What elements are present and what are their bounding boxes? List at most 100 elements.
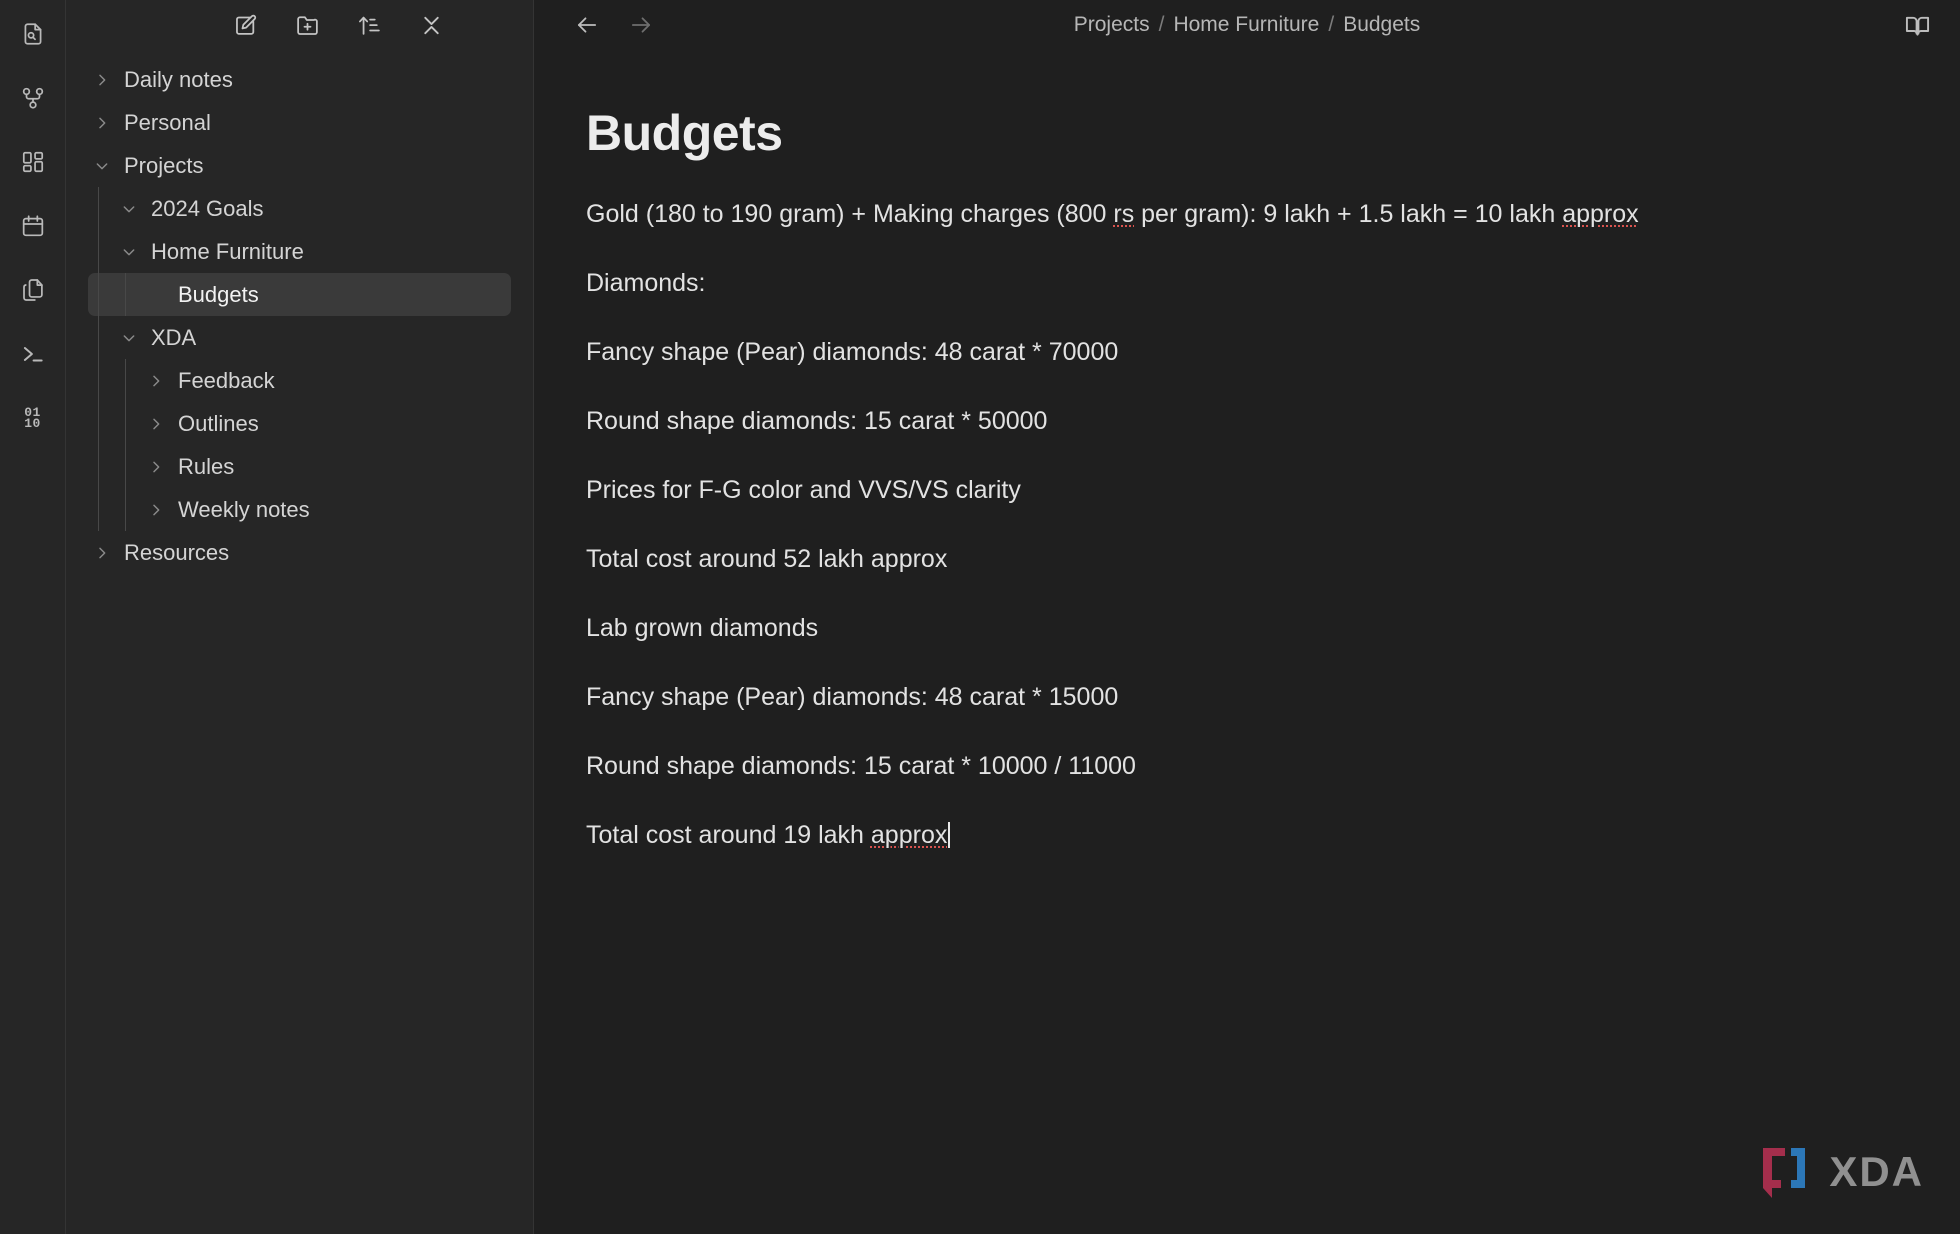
tree-indent-guides — [88, 445, 142, 488]
chevron-right-icon[interactable] — [88, 72, 116, 88]
tree-item-label: Feedback — [178, 367, 275, 393]
breadcrumb-separator: / — [1158, 13, 1165, 36]
tree-indent-guides — [88, 402, 142, 445]
paragraph-text: Total cost around 52 lakh approx — [586, 545, 948, 573]
paragraph-text: Total cost around 19 lakh — [586, 821, 871, 849]
new-folder-button[interactable] — [291, 9, 323, 41]
search-file-icon[interactable] — [11, 12, 55, 56]
reading-mode-icon[interactable] — [1900, 8, 1934, 42]
document-paragraph[interactable]: Lab grown diamonds — [586, 609, 1786, 648]
document-paragraph[interactable]: Round shape diamonds: 15 carat * 10000 /… — [586, 747, 1786, 786]
tree-item-projects[interactable]: Projects — [88, 144, 511, 187]
terminal-icon[interactable] — [11, 332, 55, 376]
breadcrumb-item[interactable]: Home Furniture — [1173, 13, 1319, 36]
document-paragraph[interactable]: Diamonds: — [586, 264, 1786, 303]
tree-item-label: Home Furniture — [151, 238, 304, 264]
calendar-icon[interactable] — [11, 204, 55, 248]
paragraph-text: Fancy shape (Pear) diamonds: 48 carat * … — [586, 338, 1119, 366]
new-note-button[interactable] — [229, 9, 261, 41]
paragraph-text: Round shape diamonds: 15 carat * 10000 /… — [586, 752, 1136, 780]
topbar-right-actions — [1900, 8, 1934, 42]
tree-item-label: Rules — [178, 453, 235, 479]
document-paragraph[interactable]: Prices for F-G color and VVS/VS clarity — [586, 471, 1786, 510]
breadcrumb-separator: / — [1328, 13, 1335, 36]
tree-indent-guides — [88, 273, 142, 316]
file-explorer-sidebar: Daily notes Personal Projects 2024 Goals Hom… — [66, 0, 534, 1234]
tree-item-personal[interactable]: Personal — [88, 101, 511, 144]
files-copy-icon[interactable] — [11, 268, 55, 312]
text-cursor — [948, 822, 951, 848]
breadcrumb: Projects / Home Furniture / Budgets — [534, 13, 1960, 37]
tree-item-weekly-notes[interactable]: Weekly notes — [88, 488, 511, 531]
tree-indent-guides — [88, 230, 115, 273]
collapse-all-button[interactable] — [415, 9, 447, 41]
tree-indent-guides — [88, 488, 142, 531]
tree-item-2024-goals[interactable]: 2024 Goals — [88, 187, 511, 230]
document-paragraph[interactable]: Fancy shape (Pear) diamonds: 48 carat * … — [586, 678, 1786, 717]
tree-item-label: Personal — [124, 109, 211, 135]
tree-indent-guides — [88, 359, 142, 402]
forward-button[interactable] — [624, 8, 658, 42]
chevron-down-icon[interactable] — [115, 330, 143, 346]
tree-item-home-furniture[interactable]: Home Furniture — [88, 230, 511, 273]
activity-bar: 01 10 — [0, 0, 66, 1234]
tree-item-daily-notes[interactable]: Daily notes — [88, 58, 511, 101]
breadcrumb-item[interactable]: Projects — [1074, 13, 1150, 36]
tree-item-xda[interactable]: XDA — [88, 316, 511, 359]
content-topbar: Projects / Home Furniture / Budgets — [534, 0, 1960, 50]
tree-item-label: Projects — [124, 152, 204, 178]
document-paragraph[interactable]: Total cost around 52 lakh approx — [586, 540, 1786, 579]
chevron-right-icon[interactable] — [88, 545, 116, 561]
paragraph-text: per gram): 9 lakh + 1.5 lakh = 10 lakh — [1134, 200, 1563, 228]
tree-item-label: 2024 Goals — [151, 195, 264, 221]
file-tree: Daily notes Personal Projects 2024 Goals Hom… — [66, 50, 533, 1234]
tree-item-rules[interactable]: Rules — [88, 445, 511, 488]
sidebar-toolbar — [66, 0, 533, 50]
chevron-right-icon[interactable] — [142, 459, 170, 475]
tree-item-budgets[interactable]: Budgets — [88, 273, 511, 316]
paragraph-text: Round shape diamonds: 15 carat * 50000 — [586, 407, 1048, 435]
tree-item-label: XDA — [151, 324, 197, 350]
spellcheck-error-text: approx — [870, 821, 948, 849]
dashboard-icon[interactable] — [11, 140, 55, 184]
tree-indent-guides — [88, 187, 115, 230]
back-button[interactable] — [570, 8, 604, 42]
tree-indent-guides — [88, 316, 115, 359]
chevron-down-icon[interactable] — [115, 201, 143, 217]
spellcheck-error-text: rs — [1113, 200, 1135, 228]
tree-item-resources[interactable]: Resources — [88, 531, 511, 574]
document-paragraph[interactable]: Total cost around 19 lakh approx — [586, 816, 1786, 855]
tree-item-label: Daily notes — [124, 66, 233, 92]
sort-button[interactable] — [353, 9, 385, 41]
paragraph-text: Prices for F-G color and VVS/VS clarity — [586, 476, 1021, 504]
tree-item-label: Resources — [124, 539, 230, 565]
chevron-down-icon[interactable] — [88, 158, 116, 174]
chevron-down-icon[interactable] — [115, 244, 143, 260]
page-title: Budgets — [586, 105, 783, 161]
binary-icon-bottom-row: 10 — [24, 416, 41, 431]
tree-item-label: Weekly notes — [178, 496, 310, 522]
document-editor[interactable]: Budgets Gold (180 to 190 gram) + Making … — [534, 50, 1960, 1234]
breadcrumb-item[interactable]: Budgets — [1343, 13, 1420, 36]
document-paragraph[interactable]: Round shape diamonds: 15 carat * 50000 — [586, 402, 1786, 441]
graph-view-icon[interactable] — [11, 76, 55, 120]
chevron-right-icon[interactable] — [88, 115, 116, 131]
main-content-area: Projects / Home Furniture / Budgets Budgets … — [534, 0, 1960, 1234]
tree-item-outlines[interactable]: Outlines — [88, 402, 511, 445]
paragraph-text: Fancy shape (Pear) diamonds: 48 carat * … — [586, 683, 1119, 711]
binary-icon[interactable]: 01 10 — [11, 396, 55, 440]
chevron-right-icon[interactable] — [142, 373, 170, 389]
chevron-right-icon[interactable] — [142, 502, 170, 518]
chevron-right-icon[interactable] — [142, 416, 170, 432]
paragraph-text: Lab grown diamonds — [586, 614, 819, 642]
document-paragraph[interactable]: Fancy shape (Pear) diamonds: 48 carat * … — [586, 333, 1786, 372]
tree-item-label: Outlines — [178, 410, 259, 436]
app-window: 01 10 Daily notes Personal Projects 2024… — [0, 0, 1960, 1234]
tree-item-label: Budgets — [178, 281, 259, 307]
spellcheck-error-text: approx — [1562, 200, 1639, 228]
paragraph-text: Gold (180 to 190 gram) + Making charges … — [586, 200, 1114, 228]
document-body[interactable]: Gold (180 to 190 gram) + Making charges … — [586, 195, 1960, 855]
tree-item-feedback[interactable]: Feedback — [88, 359, 511, 402]
paragraph-text: Diamonds: — [586, 269, 706, 297]
document-paragraph[interactable]: Gold (180 to 190 gram) + Making charges … — [586, 195, 1771, 234]
